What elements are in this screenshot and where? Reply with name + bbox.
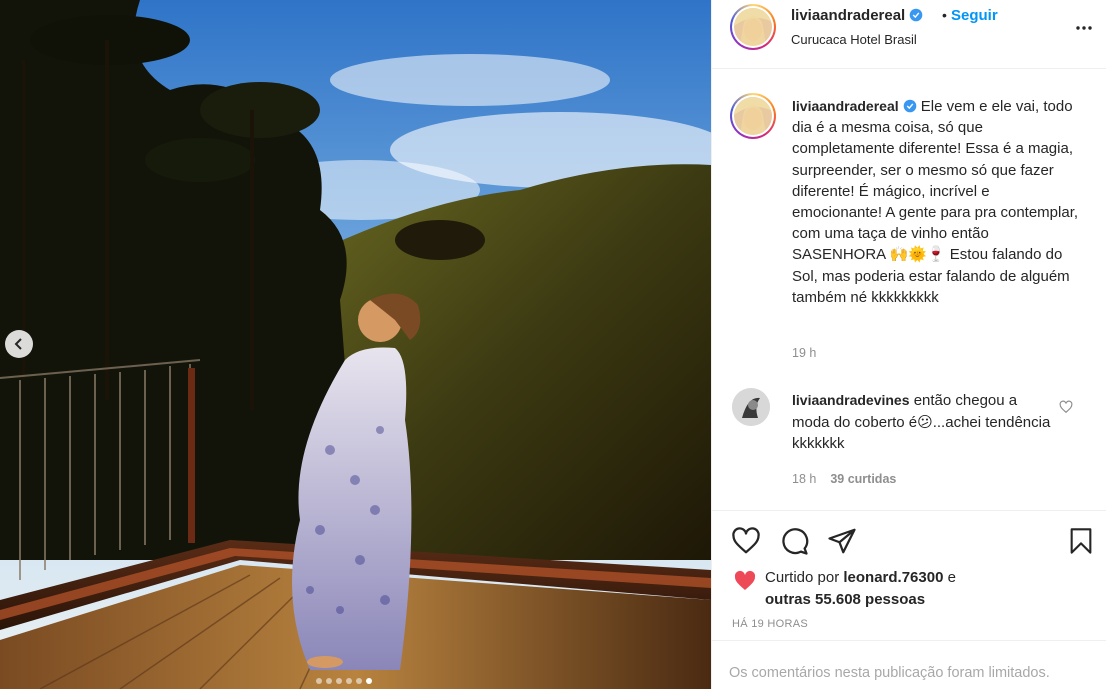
carousel-dot: [356, 678, 362, 684]
carousel-dot-active: [366, 678, 372, 684]
verified-badge-icon: [903, 99, 916, 113]
verified-badge-icon: [909, 8, 923, 22]
post-header: liviaandradereal • Seguir Curucaca Hotel…: [712, 0, 1106, 69]
caption-timestamp[interactable]: 19 h: [792, 346, 816, 360]
post-photo[interactable]: [0, 0, 711, 689]
caption-body: Ele vem e ele vai, todo dia é a mesma co…: [792, 98, 1079, 306]
post-actions: Curtido por leonard.76300 e outras 55.60…: [712, 510, 1106, 635]
comments-limited-notice: Os comentários nesta publicação foram li…: [712, 640, 1106, 689]
share-icon[interactable]: [827, 526, 857, 556]
commenter-avatar[interactable]: [732, 388, 770, 426]
bookmark-icon[interactable]: [1067, 526, 1095, 556]
caption-avatar[interactable]: [730, 93, 776, 139]
post-timestamp[interactable]: HÁ 19 HORAS: [732, 618, 808, 630]
heart-filled-icon: [734, 570, 756, 590]
carousel-dot: [336, 678, 342, 684]
commenter-username[interactable]: liviaandradevines: [792, 392, 910, 408]
post-side-panel: liviaandradereal • Seguir Curucaca Hotel…: [711, 0, 1106, 689]
carousel-dot: [326, 678, 332, 684]
liked-by-prefix: Curtido por: [765, 569, 840, 586]
avatar: [734, 97, 772, 135]
caption-text: liviaandradereal Ele vem e ele vai, todo…: [792, 96, 1082, 308]
liked-by-heart: [733, 569, 757, 593]
carousel-prev-button[interactable]: [5, 330, 33, 358]
comment-like-heart-icon[interactable]: [1059, 400, 1073, 414]
comment-text: liviaandradevines então chegou a moda do…: [792, 390, 1052, 455]
liked-by-user[interactable]: leonard.76300: [843, 569, 943, 586]
avatar: [734, 8, 772, 46]
comment-meta: 18 h 39 curtidas: [792, 472, 896, 486]
location-link[interactable]: Curucaca Hotel Brasil: [791, 32, 917, 47]
comment-timestamp[interactable]: 18 h: [792, 472, 816, 486]
comment-icon[interactable]: [779, 526, 809, 556]
carousel-dot: [316, 678, 322, 684]
likes-count[interactable]: outras 55.608 pessoas: [765, 591, 925, 608]
separator-dot: •: [942, 7, 947, 23]
carousel-dot: [346, 678, 352, 684]
more-options-icon[interactable]: [1075, 19, 1093, 37]
follow-button[interactable]: Seguir: [951, 7, 998, 24]
liked-by-text: Curtido por leonard.76300 e outras 55.60…: [765, 567, 1095, 611]
photo-sunset-balcony: [0, 0, 711, 689]
comments-limited-text: Os comentários nesta publicação foram li…: [729, 665, 1050, 681]
liked-by-conj: e: [947, 569, 956, 586]
author-username[interactable]: liviaandradereal: [791, 7, 923, 24]
comment-likes-count[interactable]: 39 curtidas: [830, 472, 896, 486]
chevron-left-icon: [14, 338, 22, 350]
story-ring[interactable]: [730, 4, 776, 50]
comments-section: liviaandradereal Ele vem e ele vai, todo…: [712, 70, 1106, 510]
caption-username[interactable]: liviaandradereal: [792, 98, 917, 114]
carousel-indicator: [316, 678, 372, 684]
heart-icon[interactable]: [731, 526, 761, 556]
